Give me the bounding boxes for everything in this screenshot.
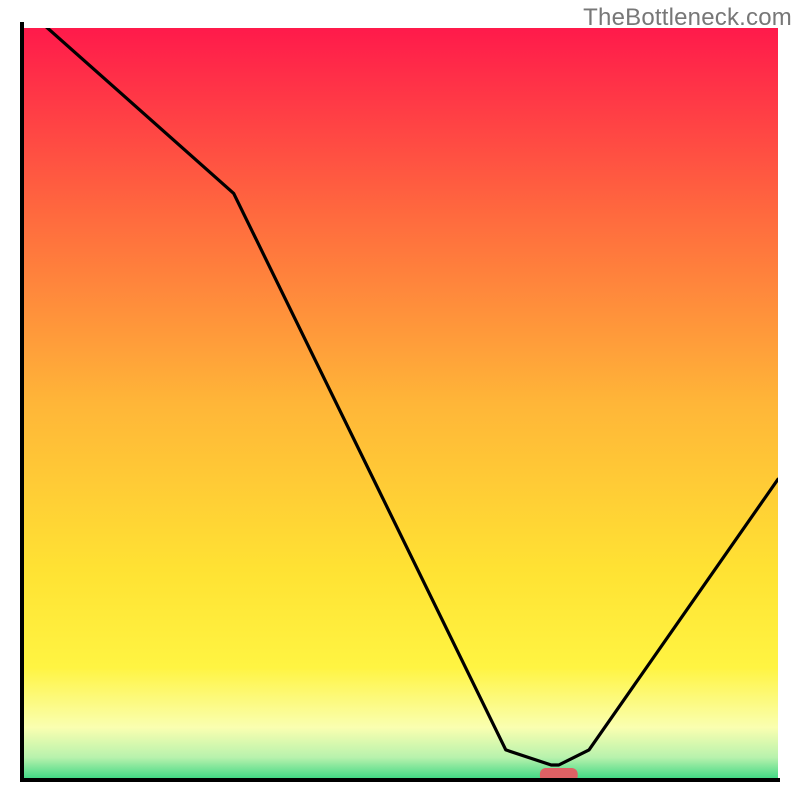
chart-stage: TheBottleneck.com — [0, 0, 800, 800]
plot-background — [22, 28, 778, 780]
chart-svg — [0, 0, 800, 800]
watermark-text: TheBottleneck.com — [583, 4, 792, 32]
